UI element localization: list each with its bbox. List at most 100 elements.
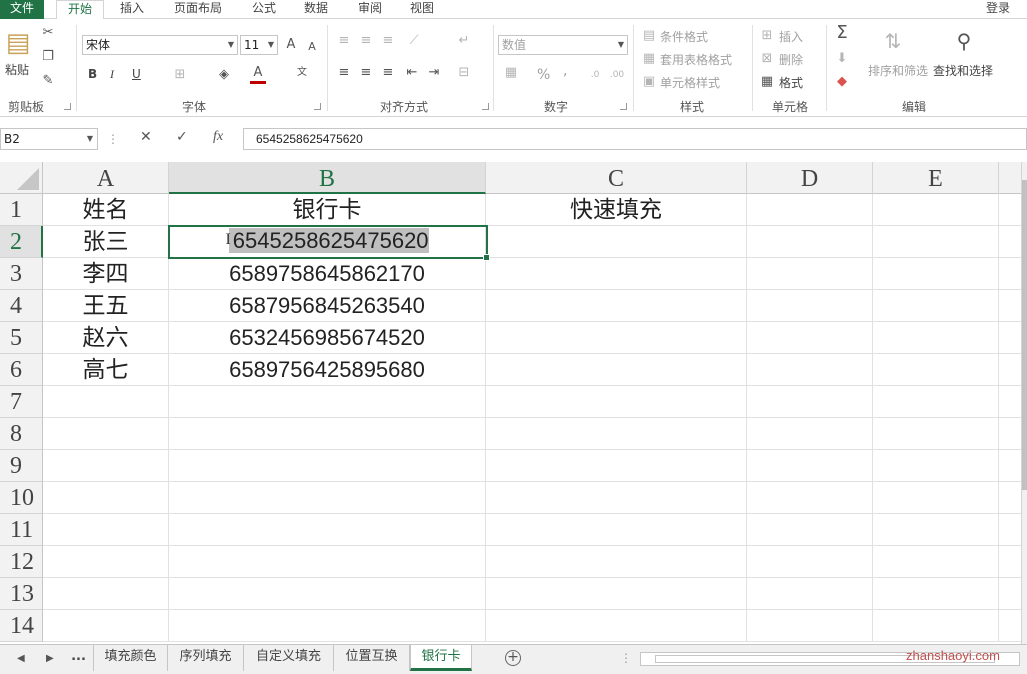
cell-d9[interactable] [747, 450, 873, 482]
row-header[interactable]: 8 [0, 418, 43, 450]
tab-home[interactable]: 开始 [56, 0, 104, 20]
cell-b12[interactable] [169, 546, 486, 578]
font-launcher-icon[interactable] [314, 103, 321, 110]
format-as-table-button[interactable]: 套用表格格式 [660, 51, 732, 68]
cell-e3[interactable] [873, 258, 999, 290]
row-header[interactable]: 9 [0, 450, 43, 482]
cell-c4[interactable] [486, 290, 747, 322]
sort-filter-button[interactable]: 排序和筛选 [868, 62, 928, 79]
conditional-format-button[interactable]: 条件格式 [660, 28, 708, 45]
underline-button[interactable]: U [132, 67, 141, 81]
cell-f13[interactable] [999, 578, 1021, 610]
cell-b13[interactable] [169, 578, 486, 610]
merge-center-icon[interactable]: ⊟ [456, 65, 472, 81]
cell-a1[interactable]: 姓名 [43, 194, 169, 226]
cell-c13[interactable] [486, 578, 747, 610]
cell-b5[interactable]: 6532456985674520 [169, 322, 486, 354]
cell-e14[interactable] [873, 610, 999, 642]
cell-a6[interactable]: 高七 [43, 354, 169, 386]
cell-a5[interactable]: 赵六 [43, 322, 169, 354]
cell-e7[interactable] [873, 386, 999, 418]
cell-f4[interactable] [999, 290, 1021, 322]
decrease-indent-icon[interactable]: ⇤ [404, 65, 420, 81]
cell-e5[interactable] [873, 322, 999, 354]
row-header[interactable]: 14 [0, 610, 43, 642]
cell-d14[interactable] [747, 610, 873, 642]
cell-d12[interactable] [747, 546, 873, 578]
cell-f11[interactable] [999, 514, 1021, 546]
cell-e13[interactable] [873, 578, 999, 610]
phonetic-icon[interactable]: 文 [292, 65, 312, 81]
cell-a2[interactable]: 张三 [43, 226, 169, 258]
insert-function-icon[interactable]: fx [213, 129, 223, 145]
cancel-icon[interactable]: ✕ [140, 129, 152, 145]
sheet-tab-fill-color[interactable]: 填充颜色 [94, 645, 168, 671]
autosum-icon[interactable]: Σ [833, 24, 851, 42]
tab-page-layout[interactable]: 页面布局 [166, 0, 230, 19]
tab-insert[interactable]: 插入 [110, 0, 154, 19]
align-bottom-icon[interactable]: ≡ [380, 33, 396, 49]
cell-e1[interactable] [873, 194, 999, 226]
number-format-combo[interactable]: 数值 ▼ [498, 35, 628, 55]
column-header-e[interactable]: E [873, 162, 999, 194]
find-select-button[interactable]: 查找和选择 [933, 62, 993, 79]
cell-b6[interactable]: 6589756425895680 [169, 354, 486, 386]
cell-c5[interactable] [486, 322, 747, 354]
row-header[interactable]: 7 [0, 386, 43, 418]
cell-c2[interactable] [486, 226, 747, 258]
orientation-icon[interactable]: ⟋ [404, 33, 424, 49]
cell-b10[interactable] [169, 482, 486, 514]
font-size-combo[interactable]: 11 ▼ [240, 35, 278, 55]
row-header[interactable]: 11 [0, 514, 43, 546]
cell-c9[interactable] [486, 450, 747, 482]
clear-icon[interactable]: ◆ [833, 74, 851, 90]
align-middle-icon[interactable]: ≡ [358, 33, 374, 49]
clipboard-launcher-icon[interactable] [64, 103, 71, 110]
sheet-tab-series-fill[interactable]: 序列填充 [168, 645, 244, 671]
cell-d5[interactable] [747, 322, 873, 354]
cell-d10[interactable] [747, 482, 873, 514]
cell-a10[interactable] [43, 482, 169, 514]
cell-b8[interactable] [169, 418, 486, 450]
cell-c10[interactable] [486, 482, 747, 514]
cell-c8[interactable] [486, 418, 747, 450]
tab-data[interactable]: 数据 [296, 0, 336, 19]
align-left-icon[interactable]: ≡ [336, 65, 352, 81]
cell-b3[interactable]: 6589758645862170 [169, 258, 486, 290]
cell-d1[interactable] [747, 194, 873, 226]
select-all-button[interactable] [0, 162, 43, 194]
tab-review[interactable]: 审阅 [350, 0, 390, 19]
cell-d3[interactable] [747, 258, 873, 290]
decrease-font-icon[interactable]: A [305, 39, 319, 55]
cell-e8[interactable] [873, 418, 999, 450]
paste-button[interactable]: 粘贴 [5, 61, 29, 78]
sheet-tab-swap-position[interactable]: 位置互换 [334, 645, 410, 671]
vertical-scrollbar[interactable] [1021, 162, 1027, 644]
cell-b2[interactable]: I6545258625475620 [169, 226, 486, 258]
cell-d11[interactable] [747, 514, 873, 546]
column-header-c[interactable]: C [486, 162, 747, 194]
cell-e12[interactable] [873, 546, 999, 578]
fill-color-icon[interactable]: ◈ [216, 67, 232, 83]
cell-f7[interactable] [999, 386, 1021, 418]
cell-f12[interactable] [999, 546, 1021, 578]
cell-a12[interactable] [43, 546, 169, 578]
cell-a4[interactable]: 王五 [43, 290, 169, 322]
copy-icon[interactable]: ❐ [40, 49, 56, 65]
currency-icon[interactable]: ▦ [502, 65, 520, 81]
column-header-next[interactable] [999, 162, 1021, 194]
sheet-tab-custom-fill[interactable]: 自定义填充 [244, 645, 334, 671]
cell-b7[interactable] [169, 386, 486, 418]
cell-a8[interactable] [43, 418, 169, 450]
row-header[interactable]: 13 [0, 578, 43, 610]
align-top-icon[interactable]: ≡ [336, 33, 352, 49]
insert-cells-button[interactable]: 插入 [779, 28, 803, 45]
sheet-tab-more[interactable]: ... [64, 645, 94, 671]
bold-button[interactable]: B [88, 67, 97, 81]
cell-f5[interactable] [999, 322, 1021, 354]
cell-c6[interactable] [486, 354, 747, 386]
add-sheet-icon[interactable]: + [505, 650, 521, 666]
row-header[interactable]: 4 [0, 290, 43, 322]
cell-a13[interactable] [43, 578, 169, 610]
column-header-a[interactable]: A [43, 162, 169, 194]
